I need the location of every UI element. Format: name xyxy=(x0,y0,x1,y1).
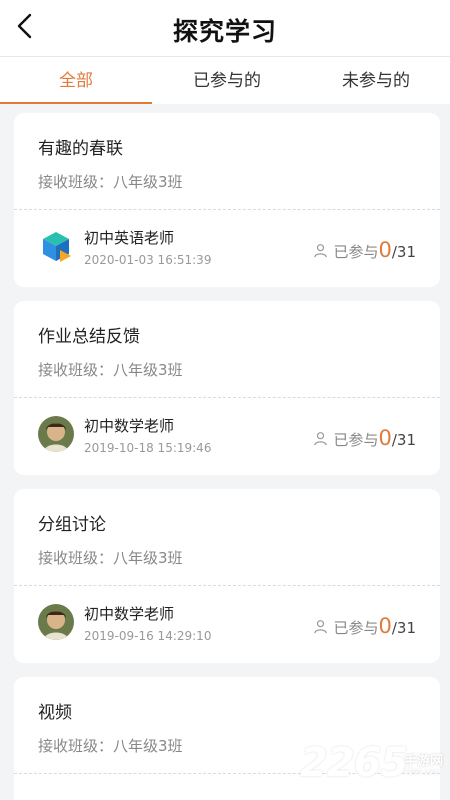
activity-title: 视频 xyxy=(38,703,72,723)
receiving-class: 接收班级：八年级3班 xyxy=(38,361,183,379)
activity-title: 有趣的春联 xyxy=(38,139,123,159)
teacher-name: 初中英语老师 xyxy=(84,229,175,247)
participation-count: 已参与 0 /31 xyxy=(313,238,416,262)
post-time: 2020-01-03 16:51:39 xyxy=(84,253,212,267)
total-students: /31 xyxy=(391,619,416,637)
activity-card[interactable]: 分组讨论 接收班级：八年级3班 初中数学老师 2019-09-16 14:29:… xyxy=(14,489,440,663)
activity-title: 作业总结反馈 xyxy=(38,327,140,347)
divider xyxy=(14,397,440,398)
teacher-name: 初中数学老师 xyxy=(84,605,175,623)
person-icon xyxy=(314,619,328,633)
total-students: /31 xyxy=(391,431,416,449)
participated-count: 0 xyxy=(378,426,392,450)
post-time: 2019-09-16 14:29:10 xyxy=(84,629,212,643)
activity-card[interactable]: 有趣的春联 接收班级：八年级3班 初中英语老师 2020-01-03 16:51… xyxy=(14,113,440,287)
watermark-number: 2265 xyxy=(300,740,408,786)
watermark-text: 手游网 xyxy=(404,754,444,769)
cube-logo-icon xyxy=(38,228,74,264)
watermark-logo: 2265 手游网 2265.com xyxy=(300,740,450,796)
filter-tabs: 全部 已参与的 未参与的 xyxy=(0,57,450,104)
teacher-name: 初中数学老师 xyxy=(84,417,175,435)
receiving-class: 接收班级：八年级3班 xyxy=(38,737,183,755)
active-tab-indicator xyxy=(0,102,152,104)
participation-count: 已参与 0 /31 xyxy=(313,426,416,450)
activity-title: 分组讨论 xyxy=(38,515,106,535)
watermark-url: 2265.com xyxy=(404,768,439,776)
post-time: 2019-10-18 15:19:46 xyxy=(84,441,212,455)
person-icon xyxy=(314,431,328,445)
participated-label: 已参与 xyxy=(333,431,379,449)
participation-count: 已参与 0 /31 xyxy=(313,614,416,638)
teacher-avatar xyxy=(38,604,74,640)
page-title: 探究学习 xyxy=(172,17,277,46)
tab-participated[interactable]: 已参与的 xyxy=(152,57,302,104)
person-icon xyxy=(314,243,328,257)
tab-not-participated[interactable]: 未参与的 xyxy=(302,57,450,104)
teacher-avatar xyxy=(38,416,74,452)
tab-all[interactable]: 全部 xyxy=(0,57,152,104)
header-bar: 探究学习 xyxy=(0,0,450,57)
participated-count: 0 xyxy=(378,614,392,638)
receiving-class: 接收班级：八年级3班 xyxy=(38,173,183,191)
participated-count: 0 xyxy=(378,238,392,262)
receiving-class: 接收班级：八年级3班 xyxy=(38,549,183,567)
divider xyxy=(14,209,440,210)
total-students: /31 xyxy=(391,243,416,261)
activity-card[interactable]: 作业总结反馈 接收班级：八年级3班 初中数学老师 2019-10-18 15:1… xyxy=(14,301,440,475)
participated-label: 已参与 xyxy=(333,243,379,261)
participated-label: 已参与 xyxy=(333,619,379,637)
divider xyxy=(14,585,440,586)
